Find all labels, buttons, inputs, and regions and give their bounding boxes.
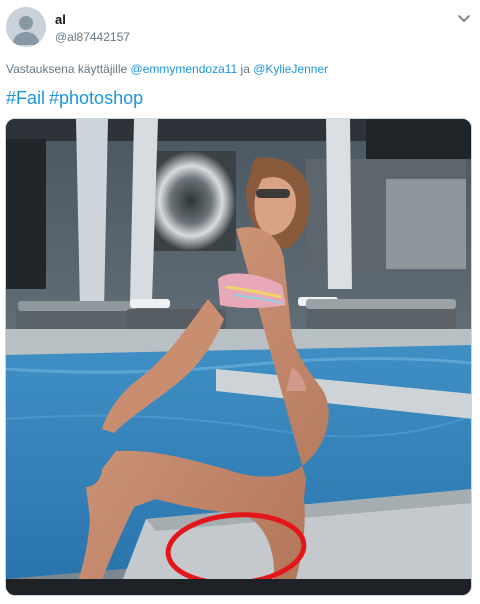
hashtag-link[interactable]: #Fail — [6, 88, 45, 108]
tweet-card: al @al87442157 Vastauksena käyttäjille @… — [0, 0, 480, 604]
reply-context: Vastauksena käyttäjille @emmymendoza11 j… — [6, 62, 328, 76]
tweet-text: #Fail #photoshop — [6, 88, 143, 109]
avatar[interactable] — [6, 7, 46, 47]
default-avatar-icon — [6, 7, 46, 47]
author-display-name[interactable]: al — [55, 12, 66, 27]
reply-prefix: Vastauksena käyttäjille — [6, 62, 128, 76]
reply-joiner: ja — [240, 62, 250, 76]
mention-link[interactable]: @KylieJenner — [253, 62, 328, 76]
mention-link[interactable]: @emmymendoza11 — [131, 62, 238, 76]
tweet-photo[interactable] — [5, 118, 472, 596]
author-handle[interactable]: @al87442157 — [55, 30, 130, 44]
hashtag-link[interactable]: #photoshop — [49, 88, 143, 108]
photo-scene — [6, 119, 471, 595]
chevron-down-icon[interactable] — [456, 10, 472, 26]
